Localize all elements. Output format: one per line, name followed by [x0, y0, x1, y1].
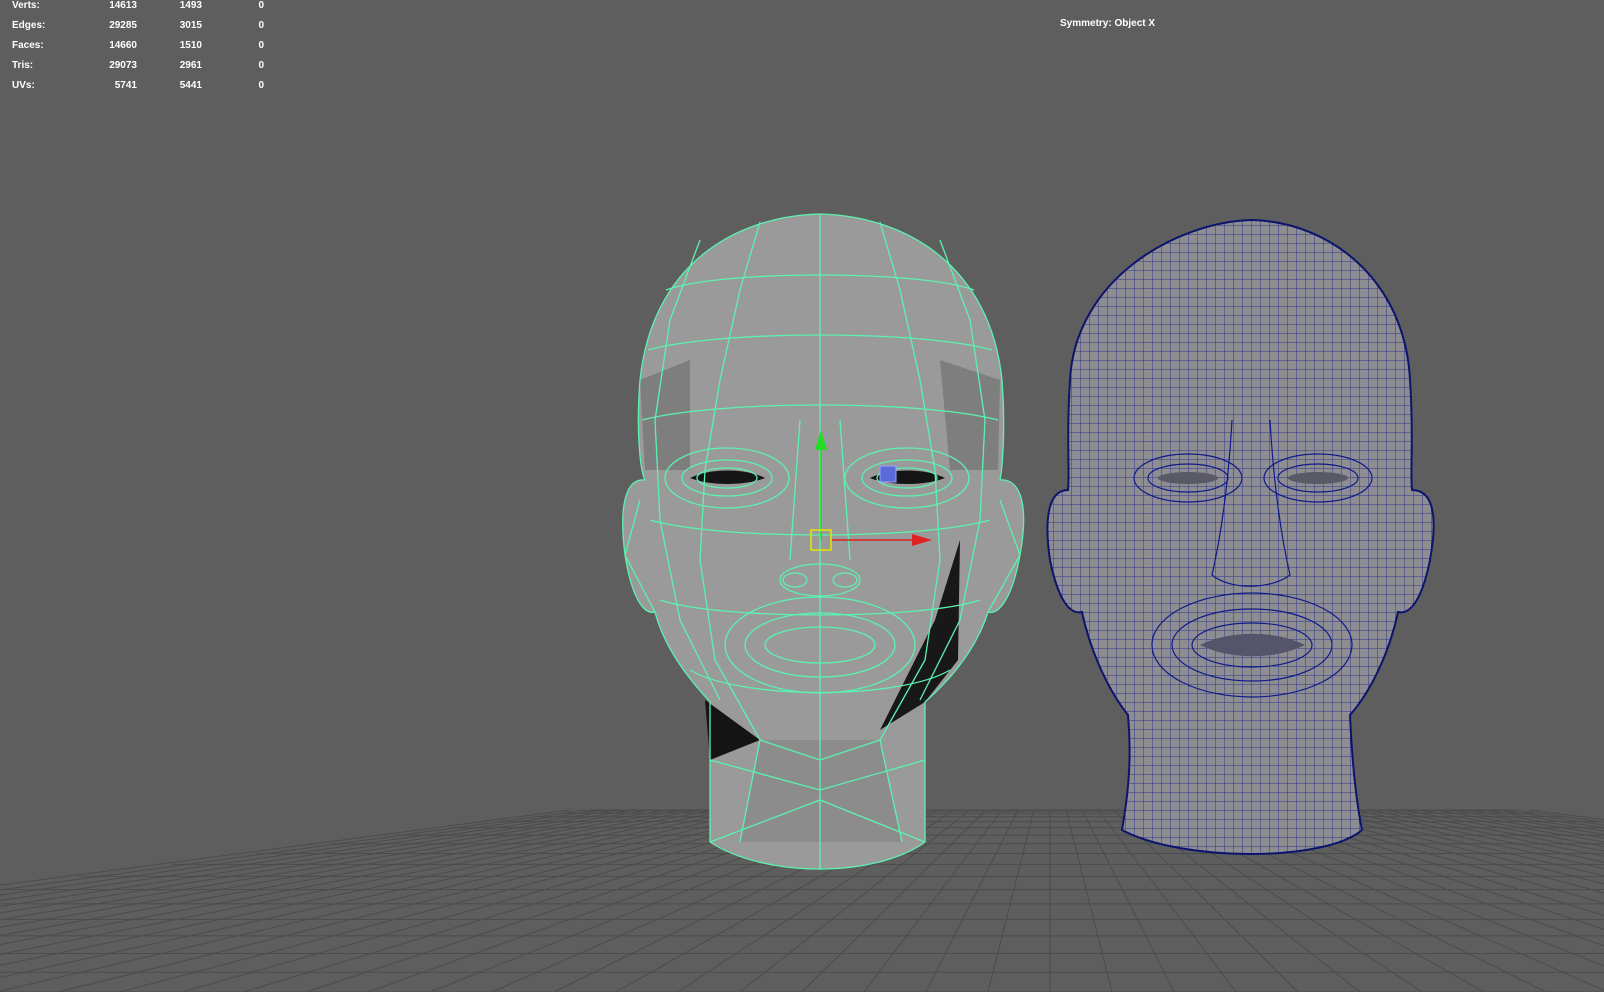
grid-line	[57, 809, 795, 992]
grid-line	[119, 809, 811, 992]
grid-line	[0, 809, 715, 946]
hud-value: 2961	[179, 60, 202, 71]
grid-line	[0, 809, 635, 907]
hud-value: 0	[258, 20, 264, 31]
grid-line	[925, 809, 1019, 992]
hud-value: 14613	[109, 0, 137, 11]
grid-line	[0, 809, 571, 886]
hud-value: 29285	[109, 20, 137, 31]
hud-value: 0	[258, 60, 264, 71]
hud-value: 0	[258, 40, 264, 51]
grid-line	[1481, 809, 1604, 829]
hud-value: 5441	[179, 80, 202, 91]
grid-line	[1513, 809, 1604, 823]
hud-value: 0	[258, 80, 264, 91]
highpoly-head[interactable]	[1040, 210, 1450, 870]
symmetry-indicator: Symmetry: Object X	[1060, 18, 1156, 29]
grid-line	[1401, 809, 1604, 847]
grid-line	[0, 809, 651, 914]
lowpoly-head[interactable]	[622, 213, 1025, 870]
grid-line	[1449, 809, 1604, 835]
hud-value: 0	[258, 0, 264, 11]
hud-value: 14660	[109, 40, 137, 51]
grid-line	[1529, 809, 1604, 821]
hud-value: 1493	[179, 0, 202, 11]
grid-line	[1065, 809, 1113, 992]
selected-vertex[interactable]	[879, 465, 897, 483]
hud-label: Verts:	[12, 0, 40, 11]
grid-line	[0, 809, 603, 896]
hud-value: 3015	[179, 20, 202, 31]
hud-value: 5741	[114, 80, 137, 91]
hud-label: Edges:	[12, 20, 46, 31]
3d-viewport[interactable]	[0, 0, 1604, 992]
grid-line	[987, 809, 1035, 992]
grid-line	[1385, 809, 1604, 852]
hud-label: Faces:	[12, 40, 44, 51]
hud-label: Tris:	[12, 60, 34, 71]
grid-line	[1337, 809, 1604, 869]
hud-value: 29073	[109, 60, 137, 71]
grid-line	[1417, 809, 1604, 843]
hud-label: UVs:	[12, 80, 35, 91]
hud-value: 1510	[179, 40, 202, 51]
grid-line	[0, 809, 683, 928]
